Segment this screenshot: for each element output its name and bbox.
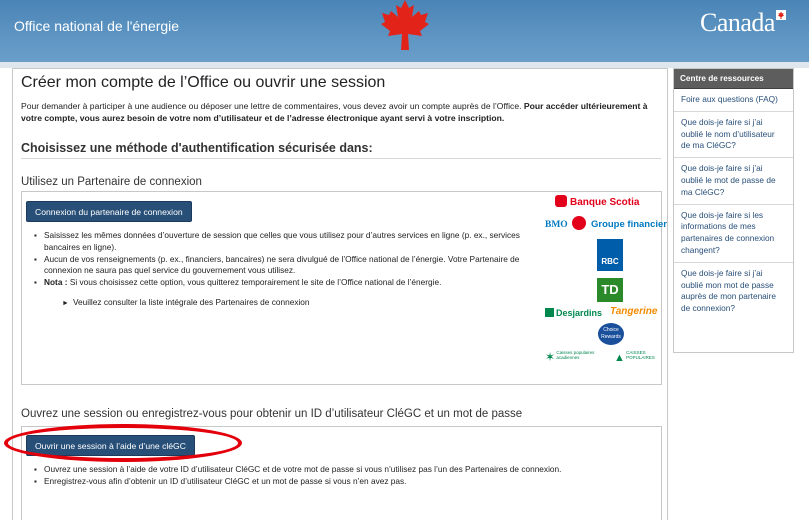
partner-heading: Utilisez un Partenaire de connexion	[21, 176, 202, 188]
intro-text: Pour demander à participer à une audienc…	[21, 101, 524, 111]
list-item: Nota : Si vous choisissez cette option, …	[34, 277, 544, 289]
caisses-text-b: acadiennes	[556, 355, 580, 360]
intro-paragraph: Pour demander à participer à une audienc…	[21, 100, 663, 124]
partner-section: Connexion du partenaire de connexion Sai…	[21, 191, 667, 385]
site-title: Office national de l'énergie	[14, 18, 180, 34]
list-item: Enregistrez-vous afin d’obtenir un ID d’…	[34, 476, 654, 488]
list-item: Saisissez les mêmes données d’ouverture …	[34, 230, 544, 254]
canada-flag-icon	[776, 10, 786, 20]
note-label: Nota :	[44, 277, 68, 288]
choice-rewards-logo: Choice Rewards	[598, 323, 624, 345]
caisses-acadiennes-logo: ✶ Caisses populaires acadiennes	[545, 350, 594, 364]
sidebar-link-forgot-username[interactable]: Que dois-je faire si j’ai oublié le nom …	[674, 112, 793, 159]
desjardins-icon	[545, 308, 554, 317]
sidebar-link-faq[interactable]: Foire aux questions (FAQ)	[674, 89, 793, 112]
rbc-logo: RBC	[597, 239, 623, 271]
caisses-populaires-logo: ▲ CAISSES POPULAIRES	[614, 350, 655, 364]
rewards-text: Rewards	[601, 334, 621, 340]
bmo-text: BMO	[545, 220, 568, 230]
partners-list-link[interactable]: ► Veuillez consulter la liste intégrale d…	[62, 297, 310, 307]
bmo-logo: BMO Groupe financier	[545, 216, 667, 230]
divider	[21, 158, 661, 159]
partner-bullets: Saisissez les mêmes données d’ouverture …	[34, 230, 544, 289]
note-text: Si vous choisissez cette option, vous qu…	[67, 277, 442, 288]
list-item: Ouvrez une session à l’aide de votre ID …	[34, 464, 654, 476]
caisses-star-icon: ✶	[545, 350, 556, 364]
sidebar-link-forgot-password[interactable]: Que dois-je faire si j’ai oublié le mot …	[674, 158, 793, 205]
clegc-bullets: Ouvrez une session à l’aide de votre ID …	[34, 464, 654, 488]
caisses-pop-text-b: POPULAIRES	[626, 355, 655, 360]
scotia-logo-text: Banque Scotia	[570, 197, 640, 208]
tangerine-text: Tangerine	[610, 306, 658, 317]
td-text: TD	[601, 282, 619, 297]
maple-leaf-icon	[381, 0, 429, 50]
clegc-heading: Ouvrez une session ou enregistrez-vous p…	[21, 408, 523, 420]
canada-wordmark: Canada	[700, 8, 775, 37]
tangerine-logo: Tangerine	[610, 306, 657, 317]
page-title: Créer mon compte de l’Office ou ouvrir u…	[21, 74, 386, 91]
bmo-roundel-icon	[572, 216, 587, 230]
desjardins-logo: Desjardins	[545, 308, 602, 318]
auth-method-heading: Choisissez une méthode d'authentificatio…	[21, 141, 373, 155]
sidebar-link-partner-password[interactable]: Que dois-je faire si j’ai oublié mon mot…	[674, 263, 793, 320]
bmo-group-text: Groupe financier	[590, 219, 667, 230]
td-logo: TD	[597, 278, 623, 302]
sidebar-link-partner-info-change[interactable]: Que dois-je faire si les informations de…	[674, 205, 793, 263]
list-item: Aucun de vos renseignements (p. ex., fin…	[34, 254, 544, 278]
choice-text: Choice	[603, 327, 619, 333]
highlight-ellipse	[4, 424, 242, 462]
scotia-s-icon	[555, 195, 567, 207]
scotia-logo: Banque Scotia	[555, 195, 639, 208]
desjardins-text: Desjardins	[556, 308, 603, 318]
partner-login-button[interactable]: Connexion du partenaire de connexion	[26, 201, 192, 222]
triangle-right-icon: ►	[62, 300, 69, 307]
site-header: Office national de l'énergie Canada	[0, 0, 809, 62]
sidebar-heading: Centre de ressources	[674, 69, 793, 89]
resource-sidebar: Centre de ressources Foire aux questions…	[673, 68, 794, 353]
tree-icon: ▲	[614, 352, 625, 364]
rbc-text: RBC	[601, 257, 619, 266]
partners-list-link-text: Veuillez consulter la liste intégrale de…	[72, 297, 310, 307]
